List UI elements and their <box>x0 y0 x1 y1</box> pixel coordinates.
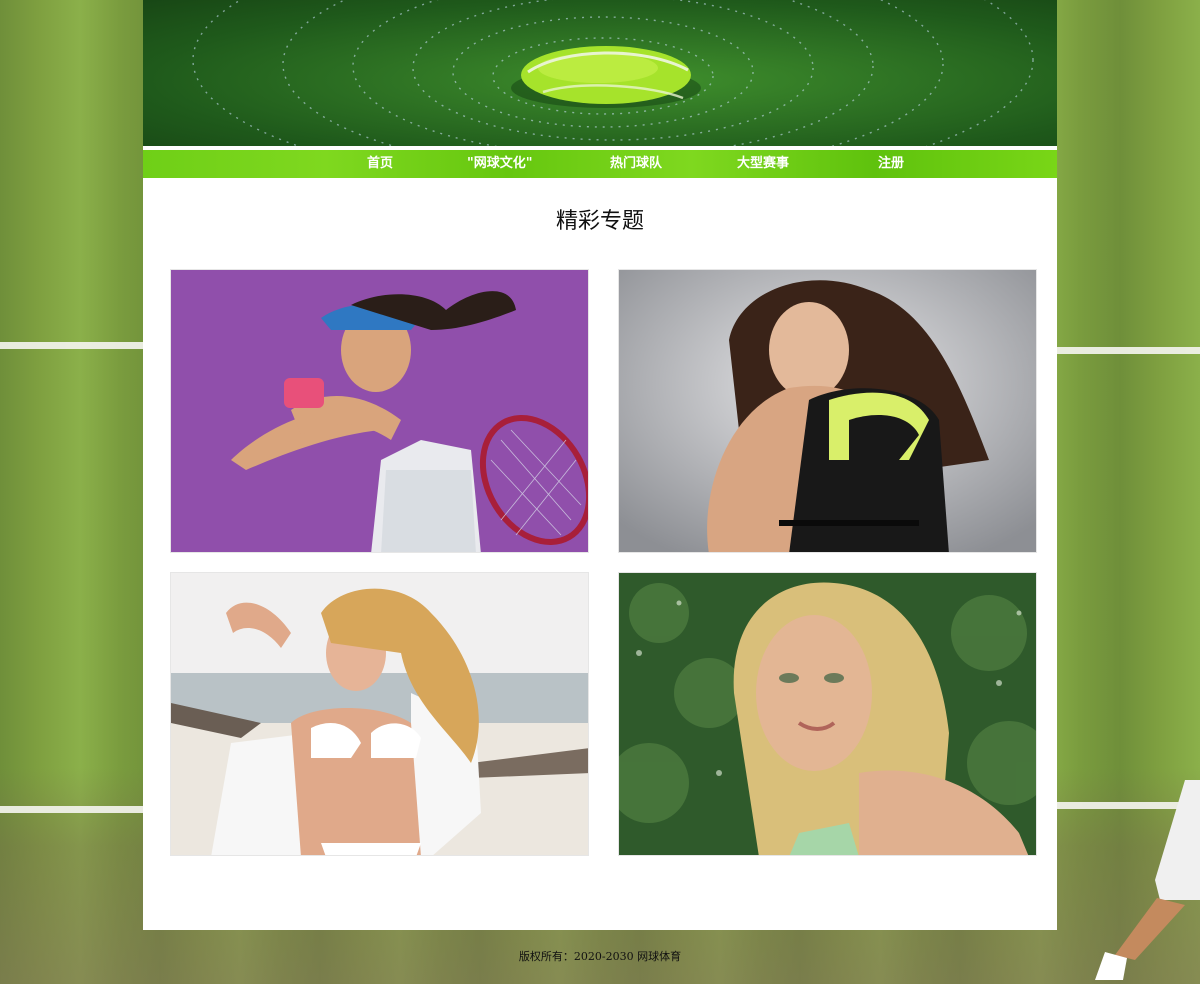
photo-card-2[interactable] <box>618 269 1037 553</box>
portrait-photo-icon <box>619 573 1036 855</box>
tennis-player-photo-icon <box>171 270 588 552</box>
nav-item-register[interactable]: 注册 <box>878 155 904 173</box>
page-body: { "nav": { "items": [ {"label": "首页"}, {… <box>0 0 1200 984</box>
tennis-ball-splash-image <box>192 0 1034 146</box>
beach-photo-icon <box>171 573 588 855</box>
photo-card-4[interactable] <box>618 572 1037 856</box>
nav-item-home[interactable]: 首页 <box>367 155 393 173</box>
section-title: 精彩专题 <box>555 209 644 234</box>
nav-item-tennis-culture[interactable]: "网球文化" <box>467 155 533 173</box>
nav-item-popular-teams[interactable]: 热门球队 <box>610 155 662 173</box>
main-navigation: 首页 "网球文化" 热门球队 大型赛事 注册 <box>143 150 1057 178</box>
footer-copyright: 版权所有：2020-2030 网球体育 <box>518 950 682 963</box>
nav-item-major-events[interactable]: 大型赛事 <box>737 155 789 173</box>
court-line <box>0 342 143 349</box>
court-line <box>0 806 143 813</box>
main-page: 首页 "网球文化" 热门球队 大型赛事 注册 精彩专题 <box>143 0 1057 930</box>
court-line <box>1057 347 1200 354</box>
portrait-photo-icon <box>619 270 1036 552</box>
photo-card-3[interactable] <box>170 572 589 856</box>
photo-card-1[interactable] <box>170 269 589 553</box>
header-banner <box>143 0 1057 146</box>
